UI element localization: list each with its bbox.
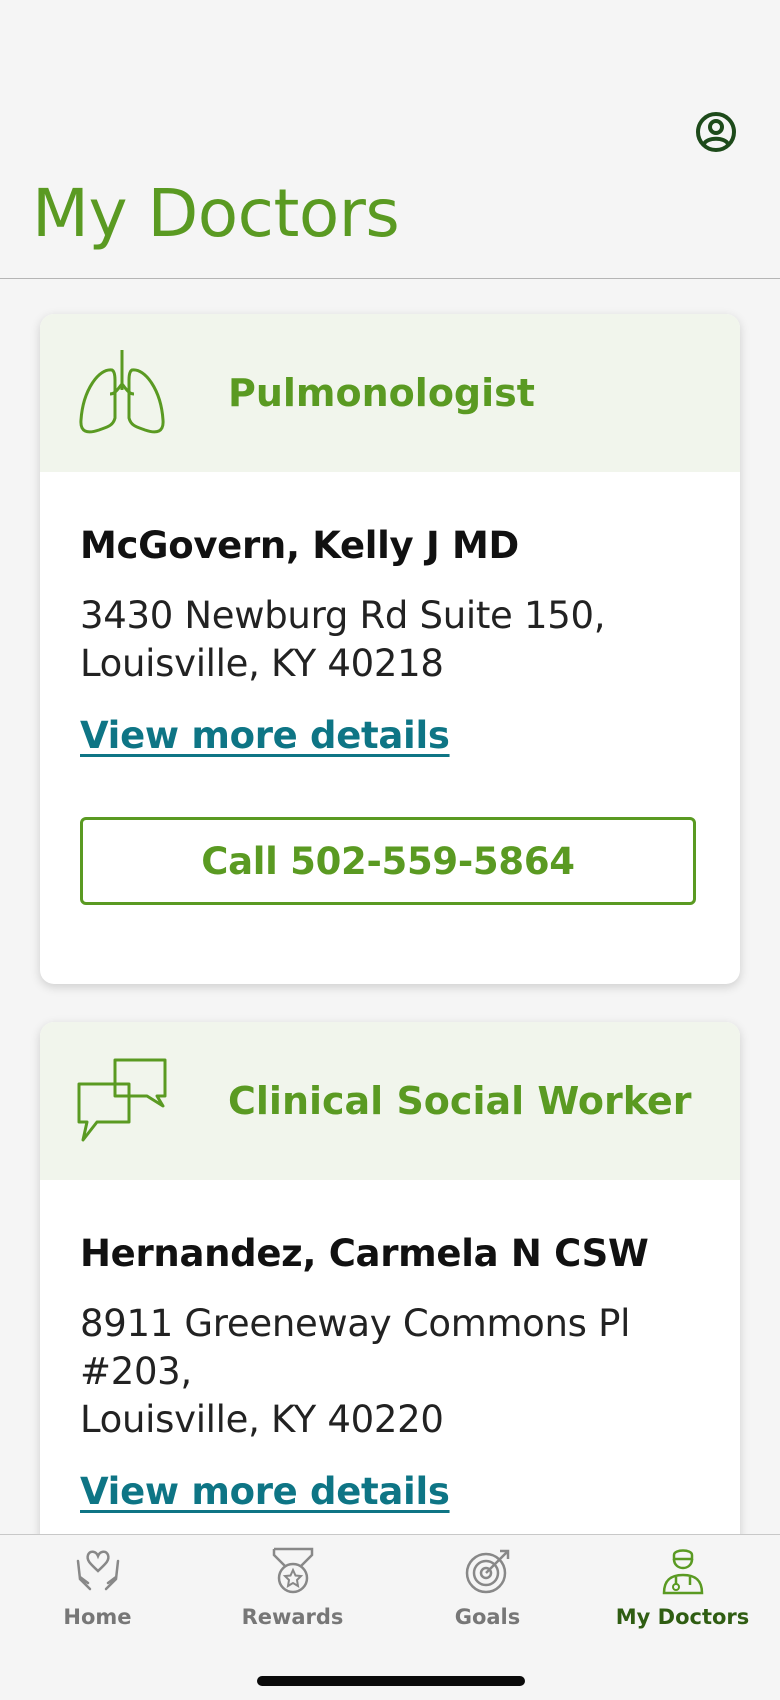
call-button[interactable]: Call 502-559-5864 xyxy=(80,817,696,905)
tab-label: Goals xyxy=(454,1605,521,1629)
tab-my-doctors[interactable]: My Doctors xyxy=(585,1545,780,1645)
address-line-2: Louisville, KY 40220 xyxy=(80,1398,444,1441)
home-indicator xyxy=(257,1676,525,1686)
card-body: McGovern, Kelly J MD 3430 Newburg Rd Sui… xyxy=(40,524,740,905)
medal-icon xyxy=(267,1545,319,1597)
view-more-details-link[interactable]: View more details xyxy=(80,1470,450,1513)
lungs-icon xyxy=(74,345,170,441)
specialty-label: Pulmonologist xyxy=(228,371,535,415)
page-title: My Doctors xyxy=(32,175,400,252)
card-header: Pulmonologist xyxy=(40,314,740,472)
doctor-address: 8911 Greeneway Commons Pl #203, Louisvil… xyxy=(80,1300,696,1444)
view-more-details-link[interactable]: View more details xyxy=(80,714,450,757)
card-header: Clinical Social Worker xyxy=(40,1022,740,1180)
address-line-1: 8911 Greeneway Commons Pl #203, xyxy=(80,1302,631,1393)
profile-icon xyxy=(696,112,736,152)
doctor-name: Hernandez, Carmela N CSW xyxy=(80,1232,649,1275)
doctor-card: Pulmonologist McGovern, Kelly J MD 3430 … xyxy=(40,314,740,984)
chat-bubbles-icon xyxy=(74,1053,170,1149)
tab-label: My Doctors xyxy=(615,1605,750,1629)
tab-home[interactable]: Home xyxy=(0,1545,195,1645)
doctor-address: 3430 Newburg Rd Suite 150, Louisville, K… xyxy=(80,592,696,688)
app-header: My Doctors xyxy=(0,0,780,279)
doctor-name: McGovern, Kelly J MD xyxy=(80,524,519,567)
tab-label: Home xyxy=(63,1605,132,1629)
doctor-card: Clinical Social Worker Hernandez, Carmel… xyxy=(40,1022,740,1534)
address-line-2: Louisville, KY 40218 xyxy=(80,642,444,685)
tab-rewards[interactable]: Rewards xyxy=(195,1545,390,1645)
card-body: Hernandez, Carmela N CSW 8911 Greeneway … xyxy=(40,1232,740,1513)
doctor-icon xyxy=(657,1545,709,1597)
tab-label: Rewards xyxy=(241,1605,344,1629)
target-icon xyxy=(462,1545,514,1597)
profile-button[interactable] xyxy=(692,108,740,156)
tab-goals[interactable]: Goals xyxy=(390,1545,585,1645)
specialty-label: Clinical Social Worker xyxy=(228,1079,692,1123)
doctors-list[interactable]: Pulmonologist McGovern, Kelly J MD 3430 … xyxy=(0,280,780,1534)
address-line-1: 3430 Newburg Rd Suite 150, xyxy=(80,594,606,637)
hands-heart-icon xyxy=(72,1545,124,1597)
